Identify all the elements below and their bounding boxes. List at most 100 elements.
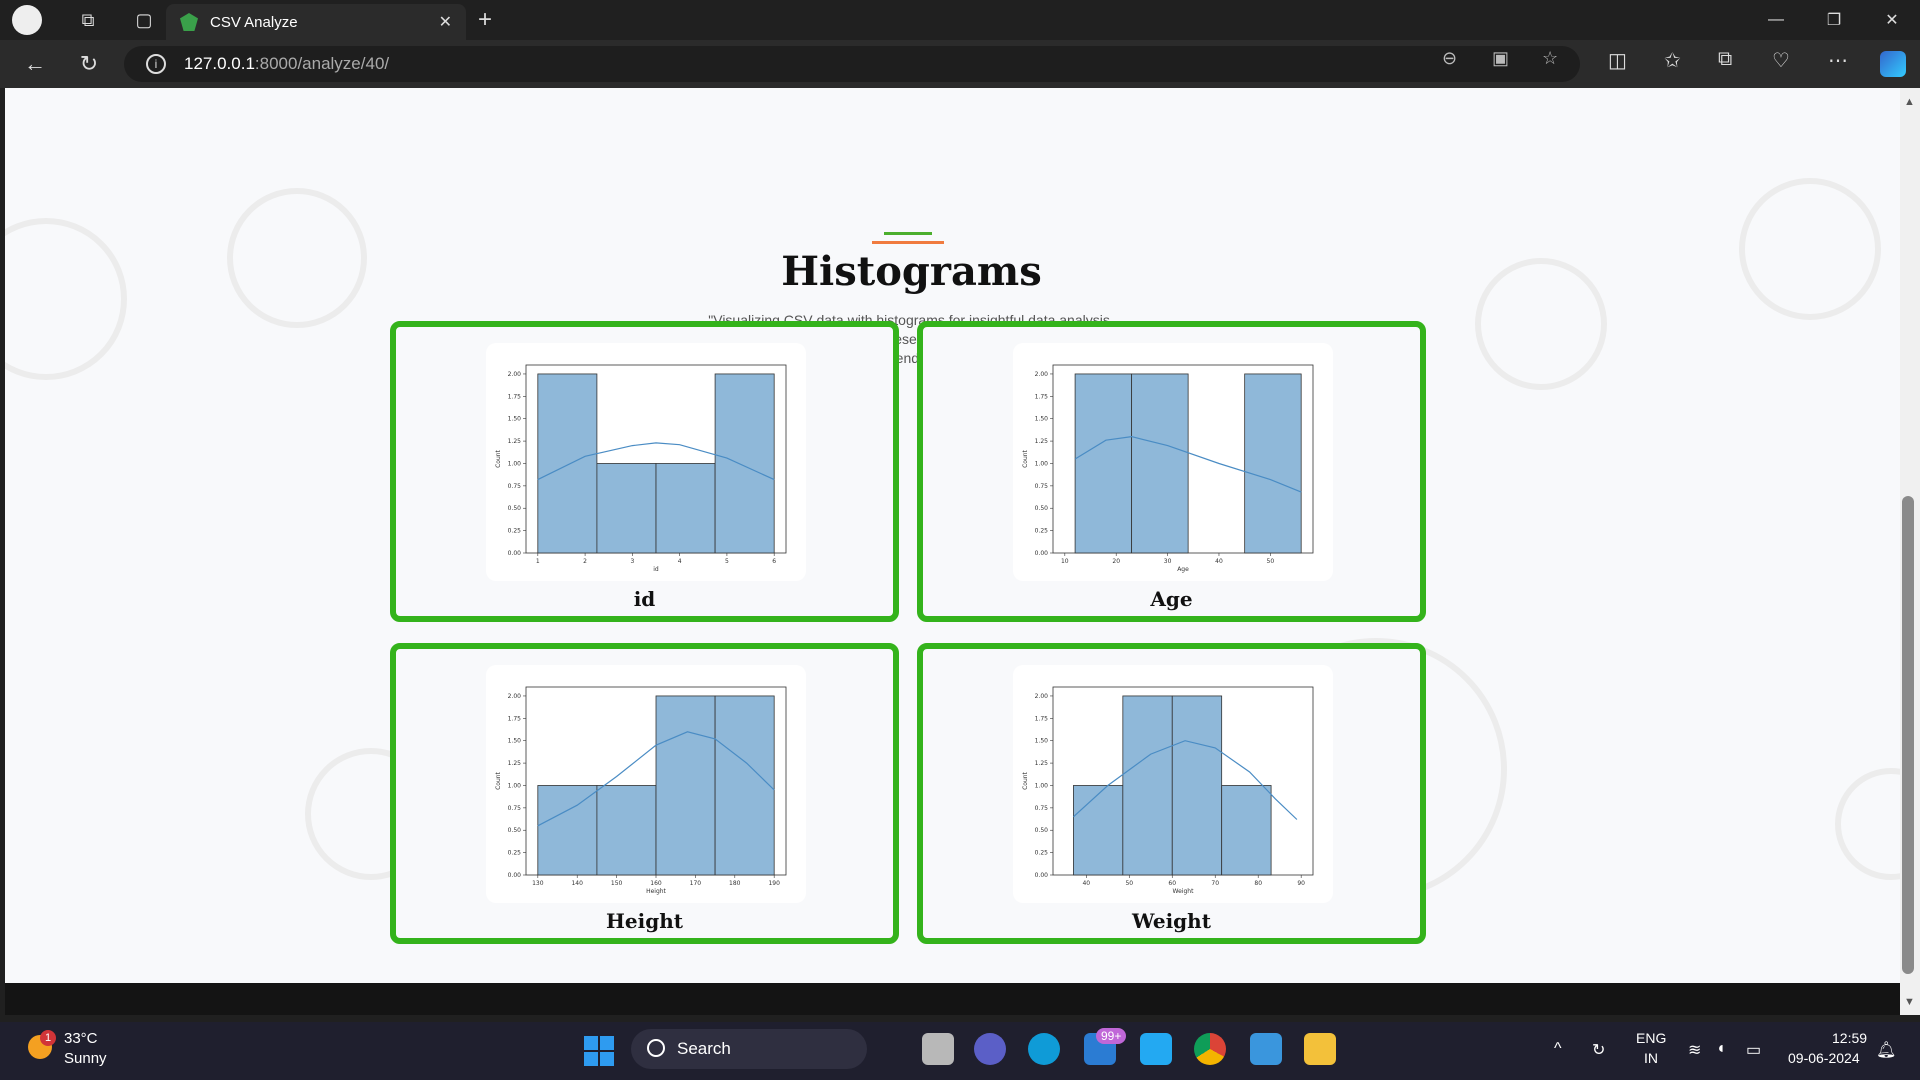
- tab-favicon-icon: [180, 13, 198, 31]
- split-screen-icon[interactable]: ◫: [1608, 48, 1627, 73]
- volume-icon[interactable]: ◖: [1716, 1040, 1726, 1058]
- tab-close-icon[interactable]: ✕: [439, 12, 452, 32]
- histogram-bar: [596, 463, 657, 554]
- y-tick-label: 1.75: [1035, 393, 1049, 400]
- tab-actions-icon[interactable]: ▢: [128, 4, 160, 36]
- x-tick-label: 5: [725, 558, 729, 565]
- restore-icon[interactable]: ❐: [1806, 0, 1862, 40]
- minimize-icon[interactable]: —: [1748, 0, 1804, 40]
- scroll-down-icon[interactable]: ▼: [1904, 996, 1915, 1008]
- y-axis-label: Count: [1022, 449, 1029, 467]
- favorite-star-icon[interactable]: ☆: [1542, 48, 1558, 69]
- weather-temp[interactable]: 33°C: [64, 1030, 98, 1047]
- window-close-icon[interactable]: ✕: [1864, 0, 1920, 40]
- x-tick-label: 170: [690, 880, 702, 887]
- y-tick-label: 0.75: [508, 805, 522, 812]
- browser-tab[interactable]: CSV Analyze ✕: [166, 4, 466, 40]
- notification-bell-icon[interactable]: 🔔︎: [1876, 1040, 1896, 1060]
- wifi-icon[interactable]: ≋: [1688, 1040, 1701, 1060]
- y-tick-label: 1.50: [508, 738, 522, 745]
- url-path: :8000/analyze/40/: [254, 54, 390, 73]
- x-tick-label: 2: [583, 558, 587, 565]
- start-button-icon[interactable]: [584, 1036, 614, 1066]
- y-tick-label: 0.50: [508, 505, 522, 512]
- histogram-bar: [714, 695, 775, 876]
- refresh-icon[interactable]: ↻: [72, 48, 106, 80]
- taskbar-search[interactable]: Search: [631, 1029, 867, 1069]
- y-tick-label: 0.00: [1035, 872, 1049, 879]
- y-axis-label: Count: [495, 771, 502, 789]
- x-tick-label: 40: [1082, 880, 1090, 887]
- histogram-card-weight: 0.00 0.25 0.50 0.75 1.00 1.25 1.50 1.75 2.00 40 50…: [917, 643, 1426, 944]
- weather-condition[interactable]: Sunny: [64, 1050, 107, 1067]
- heading-accent-lines: [872, 232, 944, 244]
- y-tick-label: 0.00: [1035, 550, 1049, 557]
- x-tick-label: 4: [678, 558, 682, 565]
- site-info-icon[interactable]: i: [146, 54, 166, 74]
- x-tick-label: 60: [1168, 880, 1176, 887]
- clock-time[interactable]: 12:59: [1832, 1030, 1867, 1046]
- histogram-chart-weight: 0.00 0.25 0.50 0.75 1.00 1.25 1.50 1.75 2.00 40 50…: [1022, 686, 1314, 895]
- card-label: Height: [606, 909, 683, 933]
- y-axis-label: Count: [1022, 771, 1029, 789]
- favorites-icon[interactable]: ✩: [1664, 48, 1681, 73]
- battery-icon[interactable]: ▭: [1746, 1040, 1761, 1060]
- photos-icon[interactable]: [1250, 1033, 1282, 1065]
- x-axis-label: Weight: [1173, 888, 1195, 895]
- more-options-icon[interactable]: ⋯: [1828, 48, 1848, 73]
- clock-date[interactable]: 09-06-2024: [1788, 1050, 1860, 1066]
- x-tick-label: 30: [1164, 558, 1172, 565]
- x-tick-label: 50: [1125, 880, 1133, 887]
- language-region[interactable]: IN: [1644, 1050, 1658, 1066]
- y-tick-label: 0.00: [508, 872, 522, 879]
- histogram-card-height: 0.00 0.25 0.50 0.75 1.00 1.25 1.50 1.75 2.00 130 1…: [390, 643, 899, 944]
- browser-essentials-icon[interactable]: ♡: [1772, 48, 1790, 73]
- y-tick-label: 0.50: [1035, 827, 1049, 834]
- x-tick-label: 130: [532, 880, 544, 887]
- x-tick-label: 6: [772, 558, 776, 565]
- card-label: id: [633, 587, 656, 611]
- x-tick-label: 160: [650, 880, 662, 887]
- copilot-icon[interactable]: [1880, 51, 1906, 77]
- y-tick-label: 2.00: [1035, 371, 1049, 378]
- scrollbar-thumb[interactable]: [1902, 496, 1914, 974]
- histogram-bar: [1122, 695, 1173, 876]
- edge-browser-icon[interactable]: [1028, 1033, 1060, 1065]
- y-tick-label: 0.00: [508, 550, 522, 557]
- folder-icon[interactable]: [1304, 1033, 1336, 1065]
- y-tick-label: 0.25: [1035, 850, 1049, 857]
- x-axis-label: Age: [1177, 566, 1189, 573]
- histogram-bar: [1171, 695, 1223, 876]
- y-tick-label: 1.25: [508, 438, 522, 445]
- chart-container: 0.00 0.25 0.50 0.75 1.00 1.25 1.50 1.75 2.00 10 20…: [1013, 343, 1333, 581]
- chrome-icon[interactable]: [1194, 1033, 1226, 1065]
- language-primary[interactable]: ENG: [1636, 1030, 1666, 1046]
- url-field[interactable]: i 127.0.0.1:8000/analyze/40/: [124, 46, 1580, 82]
- teams-chat-icon[interactable]: [974, 1033, 1006, 1065]
- y-axis-label: Count: [495, 449, 502, 467]
- show-hidden-icons-icon[interactable]: ^: [1554, 1040, 1562, 1058]
- file-explorer-files-icon[interactable]: [922, 1033, 954, 1065]
- search-label: Search: [677, 1039, 731, 1058]
- card-label: Age: [1150, 587, 1193, 611]
- collections-icon[interactable]: ⧉: [1718, 48, 1732, 71]
- new-tab-icon[interactable]: +: [478, 6, 492, 34]
- zoom-icon[interactable]: ⊖: [1442, 48, 1457, 69]
- back-icon[interactable]: ←: [18, 48, 52, 80]
- y-tick-label: 1.25: [508, 760, 522, 767]
- x-tick-label: 1: [536, 558, 540, 565]
- x-tick-label: 140: [571, 880, 583, 887]
- scroll-up-icon[interactable]: ▲: [1904, 96, 1915, 108]
- histogram-bar: [537, 785, 598, 876]
- workspaces-icon[interactable]: ⧉: [72, 4, 104, 36]
- profile-avatar-icon[interactable]: [12, 5, 42, 35]
- search-icon: [647, 1039, 665, 1057]
- y-tick-label: 1.00: [1035, 782, 1049, 789]
- histogram-bar: [655, 463, 716, 554]
- app-available-icon[interactable]: ▣: [1492, 48, 1509, 69]
- vscode-icon[interactable]: [1140, 1033, 1172, 1065]
- y-tick-label: 1.25: [1035, 760, 1049, 767]
- histogram-bar: [1131, 373, 1189, 554]
- taskbar: [0, 1022, 1920, 1080]
- sync-icon[interactable]: ↻: [1592, 1040, 1605, 1060]
